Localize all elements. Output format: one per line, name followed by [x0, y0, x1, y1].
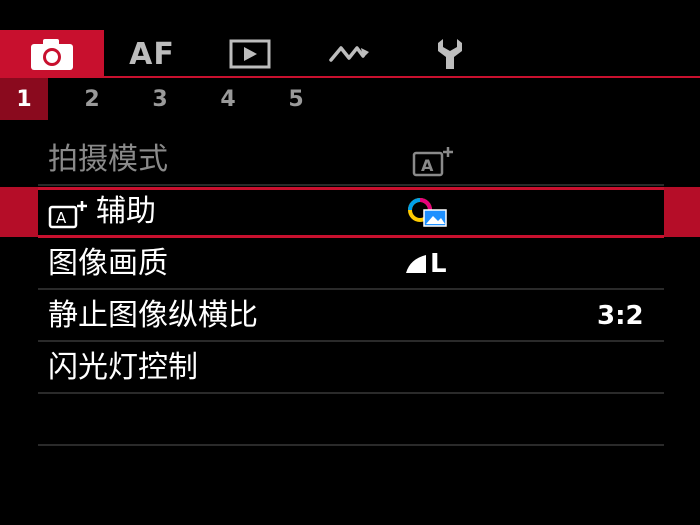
scene-intelligent-auto-icon: A: [48, 199, 92, 233]
divider: [38, 340, 664, 342]
menu-item-label: 拍摄模式: [48, 142, 168, 177]
tab-shooting[interactable]: [0, 30, 104, 78]
camera-icon: [29, 37, 75, 71]
menu-item-flash-control[interactable]: 闪光灯控制: [0, 343, 700, 394]
menu-item-empty: [0, 395, 700, 446]
fine-quality-icon: [404, 253, 428, 279]
menu-tab-bar: AF: [0, 0, 700, 78]
selection-highlight-left: [0, 187, 38, 237]
svg-text:A: A: [56, 209, 67, 227]
divider: [38, 288, 664, 290]
tab-playback[interactable]: [218, 30, 282, 78]
menu-item-label: 闪光灯控制: [48, 350, 198, 385]
subtab-5[interactable]: 5: [272, 78, 320, 120]
menu-item-label: 静止图像纵横比: [48, 298, 258, 333]
tab-af[interactable]: AF: [114, 30, 190, 78]
wireless-icon: [327, 42, 373, 66]
menu-item-assist[interactable]: A 辅助: [0, 187, 700, 238]
subtab-bar: 1 2 3 4 5: [0, 78, 700, 124]
wrench-icon: [435, 37, 465, 71]
image-quality-value: L: [430, 249, 447, 279]
subtab-4[interactable]: 4: [204, 78, 252, 120]
menu-item-label: 图像画质: [48, 246, 168, 281]
footer-area: [0, 490, 700, 525]
menu-item-label: 辅助: [96, 194, 156, 229]
divider: [38, 184, 664, 186]
tab-wireless[interactable]: [318, 30, 382, 78]
playback-icon: [229, 39, 271, 69]
divider: [38, 444, 664, 446]
selection-highlight-right: [664, 187, 700, 237]
subtab-3[interactable]: 3: [136, 78, 184, 120]
subtab-2[interactable]: 2: [68, 78, 116, 120]
tab-af-label: AF: [129, 36, 175, 72]
scene-intelligent-auto-icon: A: [412, 145, 456, 177]
subtab-1[interactable]: 1: [0, 78, 48, 120]
menu-item-image-quality[interactable]: 图像画质 L: [0, 239, 700, 290]
tab-setup[interactable]: [418, 30, 482, 78]
svg-text:A: A: [421, 156, 434, 175]
creative-assist-icon: [406, 196, 448, 234]
aspect-ratio-value: 3:2: [597, 301, 644, 331]
menu-item-aspect-ratio[interactable]: 静止图像纵横比 3:2: [0, 291, 700, 342]
menu-item-shooting-mode[interactable]: 拍摄模式 A: [0, 135, 700, 186]
divider: [38, 392, 664, 394]
